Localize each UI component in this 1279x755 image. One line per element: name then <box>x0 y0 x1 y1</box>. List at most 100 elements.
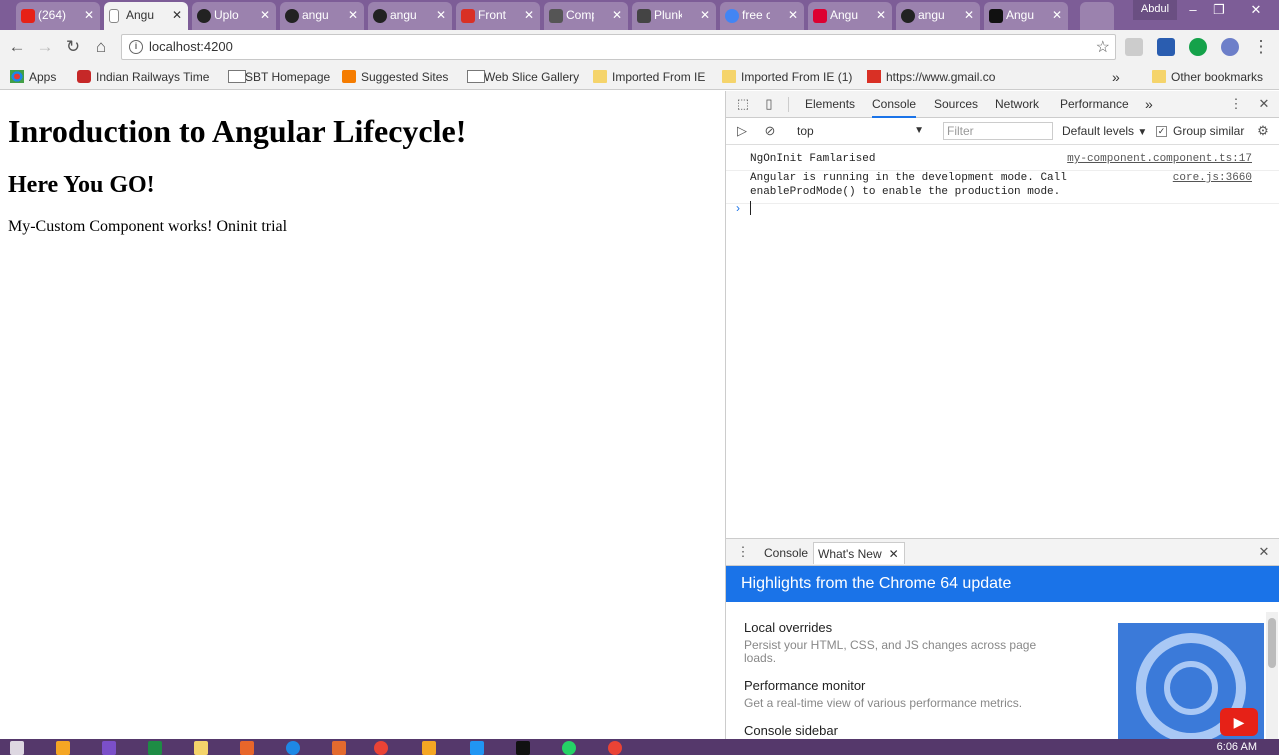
close-icon[interactable]: ✕ <box>84 2 94 28</box>
other-bookmarks[interactable]: Other bookmarks <box>1152 68 1263 86</box>
source-link[interactable]: my-component.component.ts:17 <box>1067 152 1252 166</box>
menu-icon[interactable]: ⋮ <box>1250 36 1272 58</box>
powershell-icon[interactable] <box>470 741 484 755</box>
drawer-tab-console[interactable]: Console <box>760 542 812 564</box>
drawer-tab-whats-new[interactable]: What's New ✕ <box>813 542 905 564</box>
gmail-icon <box>867 70 881 83</box>
close-drawer-icon[interactable]: ✕ <box>1256 544 1272 560</box>
app-icon[interactable] <box>422 741 436 755</box>
browser-tab[interactable]: (264) ✕ <box>16 2 100 30</box>
video-thumbnail[interactable]: ▶ <box>1118 623 1264 740</box>
vlc-icon[interactable] <box>56 741 70 755</box>
close-icon[interactable]: ✕ <box>260 2 270 28</box>
close-icon[interactable]: ✕ <box>1052 2 1062 28</box>
github-icon <box>373 9 387 23</box>
bookmark-folder[interactable]: Imported From IE (1) <box>722 68 852 86</box>
cmd-icon[interactable] <box>516 741 530 755</box>
tab-performance[interactable]: Performance <box>1060 91 1129 118</box>
browser-tab[interactable]: free c ✕ <box>720 2 804 30</box>
source-link[interactable]: core.js:3660 <box>1173 171 1252 185</box>
device-toolbar-icon[interactable]: ▯ <box>761 96 777 112</box>
close-icon[interactable]: ✕ <box>172 2 182 28</box>
group-similar-checkbox[interactable]: ✓ <box>1156 126 1167 137</box>
close-devtools-icon[interactable]: ✕ <box>1256 96 1272 112</box>
close-icon[interactable]: ✕ <box>700 2 710 28</box>
bookmark-item[interactable]: Apps <box>10 68 56 86</box>
scrollbar[interactable] <box>1266 612 1278 740</box>
browser-tab[interactable]: Angu ✕ <box>984 2 1068 30</box>
console-input[interactable] <box>750 201 751 215</box>
ie-icon[interactable] <box>286 741 300 755</box>
settings-gear-icon[interactable]: ⚙ <box>1255 123 1271 139</box>
browser-tab[interactable]: Uplo ✕ <box>192 2 276 30</box>
whats-new-content: Local overrides Persist your HTML, CSS, … <box>726 602 1279 740</box>
close-icon[interactable]: ✕ <box>436 2 446 28</box>
minimize-icon[interactable]: – <box>1179 0 1207 22</box>
browser-tab[interactable]: angu ✕ <box>368 2 452 30</box>
tab-elements[interactable]: Elements <box>805 91 855 118</box>
bookmark-item[interactable]: https://www.gmail.co <box>867 68 1002 86</box>
filter-input[interactable]: Filter <box>943 122 1053 140</box>
levels-dropdown[interactable]: Default levels ▼ <box>1062 122 1147 142</box>
tab-sources[interactable]: Sources <box>934 91 978 118</box>
forward-icon[interactable]: → <box>34 36 56 58</box>
clock[interactable]: 6:06 AM <box>1217 741 1257 753</box>
chrome-icon[interactable] <box>374 741 388 755</box>
sublime-icon[interactable] <box>332 741 346 755</box>
extension-icon[interactable] <box>1221 38 1239 56</box>
tab-console[interactable]: Console <box>872 91 917 118</box>
chrome-icon[interactable] <box>608 741 622 755</box>
bookmark-item[interactable]: Web Slice Gallery <box>465 68 579 86</box>
browser-tab[interactable]: Angu ✕ <box>808 2 892 30</box>
profile-name[interactable]: Abdul <box>1133 0 1177 20</box>
bookmark-folder[interactable]: Imported From IE <box>593 68 705 86</box>
browser-tab[interactable]: angu ✕ <box>280 2 364 30</box>
extension-icon[interactable] <box>1125 38 1143 56</box>
suggested-icon <box>342 70 356 83</box>
youtube-play-icon[interactable]: ▶ <box>1220 708 1258 736</box>
chevron-more-icon[interactable]: » <box>1112 68 1120 86</box>
close-window-icon[interactable]: ✕ <box>1237 0 1275 22</box>
clear-console-icon[interactable]: ⊘ <box>762 123 778 139</box>
visual-studio-icon[interactable] <box>102 741 116 755</box>
new-tab-button[interactable] <box>1080 2 1114 30</box>
close-icon[interactable]: ✕ <box>348 2 358 28</box>
file-explorer-icon[interactable] <box>194 741 208 755</box>
info-icon[interactable]: i <box>129 40 143 54</box>
reload-icon[interactable]: ↻ <box>62 36 84 58</box>
tab-strip: (264) ✕ Angu ✕ Uplo ✕ angu ✕ angu ✕ Front ✕ Co… <box>0 0 1279 30</box>
close-icon[interactable]: ✕ <box>524 2 534 28</box>
browser-tab-active[interactable]: Angu ✕ <box>104 2 188 30</box>
close-icon[interactable]: ✕ <box>788 2 798 28</box>
browser-tab[interactable]: Front ✕ <box>456 2 540 30</box>
browser-tab[interactable]: Comp✕ <box>544 2 628 30</box>
home-icon[interactable]: ⌂ <box>90 36 112 58</box>
tab-network[interactable]: Network <box>995 91 1039 118</box>
grammarly-icon[interactable] <box>1189 38 1207 56</box>
back-icon[interactable]: ← <box>6 36 28 58</box>
address-bar[interactable]: i localhost:4200 ☆ <box>121 34 1116 60</box>
inspect-element-icon[interactable]: ⬚ <box>735 96 751 112</box>
scrollbar-thumb[interactable] <box>1268 618 1276 668</box>
bookmark-item[interactable]: Indian Railways Time <box>77 68 209 86</box>
close-icon[interactable]: ✕ <box>964 2 974 28</box>
bookmark-item[interactable]: Suggested Sites <box>342 68 448 86</box>
windows-start-icon[interactable] <box>10 741 24 755</box>
bookmark-item[interactable]: SBT Homepage <box>226 68 330 86</box>
restore-icon[interactable]: ❐ <box>1205 0 1233 22</box>
firefox-icon[interactable] <box>240 741 254 755</box>
drawer-menu-icon[interactable]: ⋮ <box>735 544 751 560</box>
browser-tab[interactable]: Plunk ✕ <box>632 2 716 30</box>
bookmark-extension-icon[interactable] <box>1157 38 1175 56</box>
browser-tab[interactable]: angu ✕ <box>896 2 980 30</box>
sidebar-toggle-icon[interactable]: ▷ <box>734 123 750 139</box>
close-icon[interactable]: ✕ <box>889 543 899 565</box>
close-icon[interactable]: ✕ <box>876 2 886 28</box>
context-select[interactable]: top ▼ <box>792 122 928 140</box>
bookmark-star-icon[interactable]: ☆ <box>1096 37 1110 57</box>
whatsapp-icon[interactable] <box>562 741 576 755</box>
close-icon[interactable]: ✕ <box>612 2 622 28</box>
excel-icon[interactable] <box>148 741 162 755</box>
devtools-menu-icon[interactable]: ⋮ <box>1228 96 1244 112</box>
more-tabs-button[interactable]: » <box>1145 91 1153 118</box>
